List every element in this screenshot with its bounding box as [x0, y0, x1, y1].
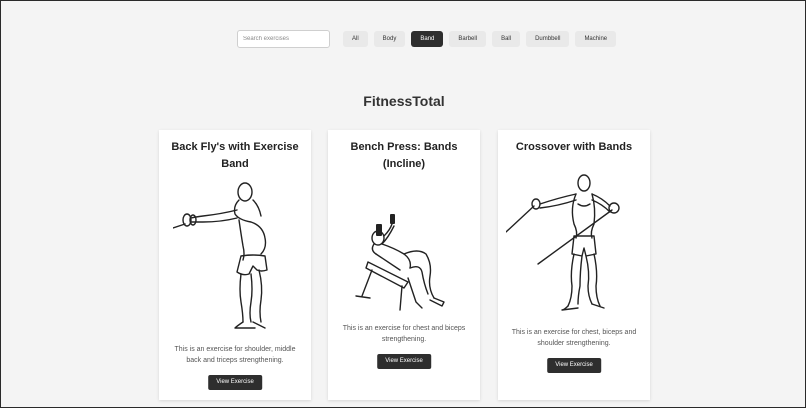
card-title: Bench Press: Bands (Incline): [350, 141, 458, 170]
view-exercise-button[interactable]: View Exercise: [377, 354, 431, 369]
filter-band-button[interactable]: Band: [411, 31, 444, 47]
card-title: Crossover with Bands: [515, 141, 633, 153]
filter-all-button[interactable]: All: [343, 31, 368, 47]
card-description: This is an exercise for chest and biceps…: [342, 325, 466, 343]
view-exercise-button[interactable]: View Exercise: [208, 375, 262, 390]
card-title: Back Fly's with Exercise Band: [171, 141, 299, 170]
filter-ball-button[interactable]: Ball: [492, 31, 521, 47]
card-description: This is an exercise for chest, biceps an…: [511, 329, 637, 347]
filter-dumbbell-button[interactable]: Dumbbell: [526, 31, 570, 47]
back-fly-illustration-icon: [173, 182, 268, 329]
band-crossover-illustration-icon: [506, 174, 620, 311]
search-input[interactable]: [237, 30, 330, 48]
exercise-card-back-fly: Back Fly's with Exercise Band This is an…: [159, 130, 311, 400]
site-title: FitnessTotal: [363, 93, 445, 109]
incline-bench-press-illustration-icon: [355, 214, 445, 311]
filter-body-button[interactable]: Body: [373, 31, 406, 47]
exercise-card-bench-press: Bench Press: Bands (Incline) This is an …: [328, 130, 480, 400]
filter-toolbar: All Body Band Barbell Ball Dumbbell Mach…: [237, 30, 617, 48]
exercise-card-crossover: Crossover with Bands This is an exercise…: [498, 130, 650, 400]
view-exercise-button[interactable]: View Exercise: [547, 358, 601, 373]
filter-barbell-button[interactable]: Barbell: [449, 31, 487, 47]
card-description: This is an exercise for shoulder, middle…: [174, 346, 296, 364]
filter-machine-button[interactable]: Machine: [575, 31, 617, 47]
